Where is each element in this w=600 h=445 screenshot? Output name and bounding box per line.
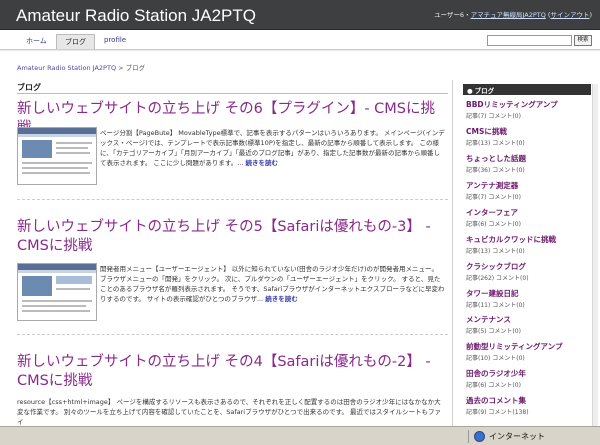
sidebar-category: 前動型リミッティングアンプ記事(10) コメント(0) xyxy=(466,341,596,362)
sidebar-category: CMSに挑戦記事(13) コメント(0) xyxy=(466,126,596,147)
user-area: ユーザー6・アマチュア無線局JA2PTQ (サインアウト) xyxy=(434,9,592,19)
post-divider xyxy=(17,199,448,200)
breadcrumb: Amateur Radio Station JA2PTQ > ブログ xyxy=(17,62,145,72)
category-meta: 記事(262) コメント(0) xyxy=(466,275,529,282)
sidebar-divider xyxy=(452,80,453,426)
category-meta: 記事(36) コメント(0) xyxy=(466,167,525,174)
sidebar-category: クラシックブログ記事(262) コメント(0) xyxy=(466,261,596,282)
sidebar-category: インターフェア記事(6) コメント(0) xyxy=(466,207,596,228)
category-link[interactable]: ちょっとした話題 xyxy=(466,153,596,164)
security-zone-label: インターネット xyxy=(489,432,545,441)
category-link[interactable]: キュビカルクワッドに挑戦 xyxy=(466,234,596,245)
category-link[interactable]: 田舎のラジオ少年 xyxy=(466,368,596,379)
post-excerpt: 開発者用メニュー【ユーザーエージェント】 以外に知られていない(田舎のラジオ少年… xyxy=(100,264,445,304)
breadcrumb-current: ブログ xyxy=(125,64,146,72)
post-divider xyxy=(17,334,448,335)
sidebar-category: 田舎のラジオ少年記事(6) コメント(0) xyxy=(466,368,596,389)
post-excerpt: resource【css+html+image】 ページを構成するリソースも表示… xyxy=(17,398,442,426)
site-header: Amateur Radio Station JA2PTQ ユーザー6・アマチュア… xyxy=(0,0,600,30)
sidebar-title: ● ブログ xyxy=(463,84,591,95)
post-excerpt: ページ分割【PageBute】 MovableType標準で、記事を表示するパタ… xyxy=(100,128,445,168)
sidebar-scrollbar[interactable] xyxy=(592,84,598,426)
section-title: ブログ xyxy=(17,83,41,92)
search-button[interactable]: 検索 xyxy=(574,35,592,46)
post-title-link[interactable]: 新しいウェブサイトの立ち上げ その4【Safariは優れもの-2】 - CMSに… xyxy=(17,353,449,391)
category-meta: 記事(13) コメント(0) xyxy=(466,248,525,255)
globe-icon xyxy=(474,431,485,442)
post-thumbnail[interactable] xyxy=(17,127,97,185)
category-meta: 記事(9) コメント(138) xyxy=(466,409,529,416)
nav-tab-bar: ホーム ブログ profile 検索 xyxy=(0,30,600,50)
status-divider xyxy=(468,430,469,443)
post-thumbnail[interactable] xyxy=(17,263,97,321)
category-meta: 記事(6) コメント(0) xyxy=(466,382,521,389)
category-link[interactable]: インターフェア xyxy=(466,207,596,218)
sidebar-category: ちょっとした話題記事(36) コメント(0) xyxy=(466,153,596,174)
search-input[interactable] xyxy=(487,35,572,46)
category-link[interactable]: タワー建設日記 xyxy=(466,288,596,299)
section-divider xyxy=(17,93,448,94)
signout-link[interactable]: サインアウト xyxy=(550,11,589,19)
signout-close-paren: ) xyxy=(589,11,592,19)
bullet-icon: ● xyxy=(467,87,473,95)
tab-home[interactable]: ホーム xyxy=(18,34,55,49)
tab-blog[interactable]: ブログ xyxy=(56,34,95,49)
category-link[interactable]: BBDリミッティングアンプ xyxy=(466,99,596,110)
sidebar-title-text: ブログ xyxy=(474,87,495,95)
category-meta: 記事(13) コメント(0) xyxy=(466,140,525,147)
post-title-link[interactable]: 新しいウェブサイトの立ち上げ その5【Safariは優れもの-3】 - CMSに… xyxy=(17,218,449,256)
sidebar-category: 過去のコメント集記事(9) コメント(138) xyxy=(466,395,596,416)
browser-status-bar: インターネット xyxy=(0,426,600,445)
category-link[interactable]: CMSに挑戦 xyxy=(466,126,596,137)
category-meta: 記事(6) コメント(0) xyxy=(466,221,521,228)
breadcrumb-separator: > xyxy=(116,64,126,72)
user-prefix: ユーザー6・ xyxy=(434,11,471,19)
read-more-link[interactable]: 続きを読む xyxy=(265,295,298,303)
category-meta: 記事(7) コメント(0) xyxy=(466,113,521,120)
sidebar-category: タワー建設日記記事(11) コメント(0) xyxy=(466,288,596,309)
sidebar-category: BBDリミッティングアンプ記事(7) コメント(0) xyxy=(466,99,596,120)
category-meta: 記事(7) コメント(0) xyxy=(466,194,521,201)
category-link[interactable]: クラシックブログ xyxy=(466,261,596,272)
tab-profile[interactable]: profile xyxy=(96,34,134,49)
category-meta: 記事(10) コメント(0) xyxy=(466,355,525,362)
category-link[interactable]: 前動型リミッティングアンプ xyxy=(466,341,596,352)
category-meta: 記事(5) コメント(0) xyxy=(466,328,521,335)
category-link[interactable]: 過去のコメント集 xyxy=(466,395,596,406)
category-link[interactable]: アンテナ測定器 xyxy=(466,180,596,191)
sidebar-category: キュビカルクワッドに挑戦記事(13) コメント(0) xyxy=(466,234,596,255)
site-title[interactable]: Amateur Radio Station JA2PTQ xyxy=(16,6,256,26)
category-link[interactable]: メンテナンス xyxy=(466,314,596,325)
user-name-link[interactable]: アマチュア無線局JA2PTQ xyxy=(471,11,546,19)
breadcrumb-home-link[interactable]: Amateur Radio Station JA2PTQ xyxy=(17,64,116,72)
category-meta: 記事(11) コメント(0) xyxy=(466,302,525,309)
sidebar-category: メンテナンス記事(5) コメント(0) xyxy=(466,314,596,335)
read-more-link[interactable]: 続きを読む xyxy=(246,159,279,167)
sidebar-category: アンテナ測定器記事(7) コメント(0) xyxy=(466,180,596,201)
